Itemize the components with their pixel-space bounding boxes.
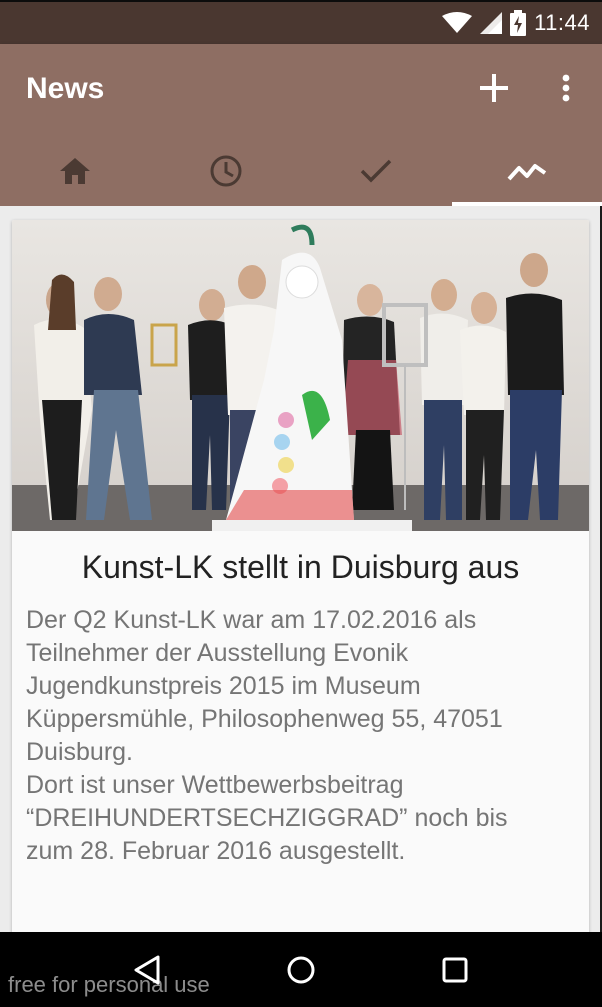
tab-recent[interactable] — [151, 136, 302, 206]
page-title: News — [26, 72, 105, 105]
news-card[interactable]: Kunst-LK stellt in Duisburg aus Der Q2 K… — [12, 220, 589, 932]
news-body: Der Q2 Kunst-LK war am 17.02.2016 als Te… — [26, 606, 508, 865]
tab-done[interactable] — [301, 136, 452, 206]
app-bar: News — [0, 44, 602, 206]
watermark-text: free for personal use — [8, 972, 210, 997]
recents-button[interactable] — [425, 940, 485, 1000]
wifi-icon — [442, 12, 473, 34]
add-button[interactable] — [476, 70, 512, 106]
recents-icon — [442, 957, 468, 982]
more-vert-icon — [562, 74, 570, 102]
home-icon — [60, 158, 91, 184]
home-circle-icon — [287, 956, 315, 983]
news-feed[interactable]: Kunst-LK stellt in Duisburg aus Der Q2 K… — [0, 206, 602, 932]
tab-bar — [0, 136, 602, 206]
news-title: Kunst-LK stellt in Duisburg aus — [81, 549, 520, 585]
home-button[interactable] — [271, 940, 331, 1000]
tab-home[interactable] — [0, 136, 151, 206]
status-bar: 11:44 — [0, 0, 602, 44]
check-icon — [361, 159, 392, 183]
tab-trending[interactable] — [451, 136, 602, 206]
group-photo-image — [12, 220, 589, 531]
add-icon — [480, 74, 508, 102]
battery-charging-icon — [510, 10, 527, 36]
overflow-menu-button[interactable] — [552, 68, 580, 108]
cell-signal-icon — [480, 12, 503, 34]
clock-time: 11:44 — [534, 10, 590, 35]
clock-icon — [210, 155, 242, 187]
trending-icon — [507, 164, 546, 181]
